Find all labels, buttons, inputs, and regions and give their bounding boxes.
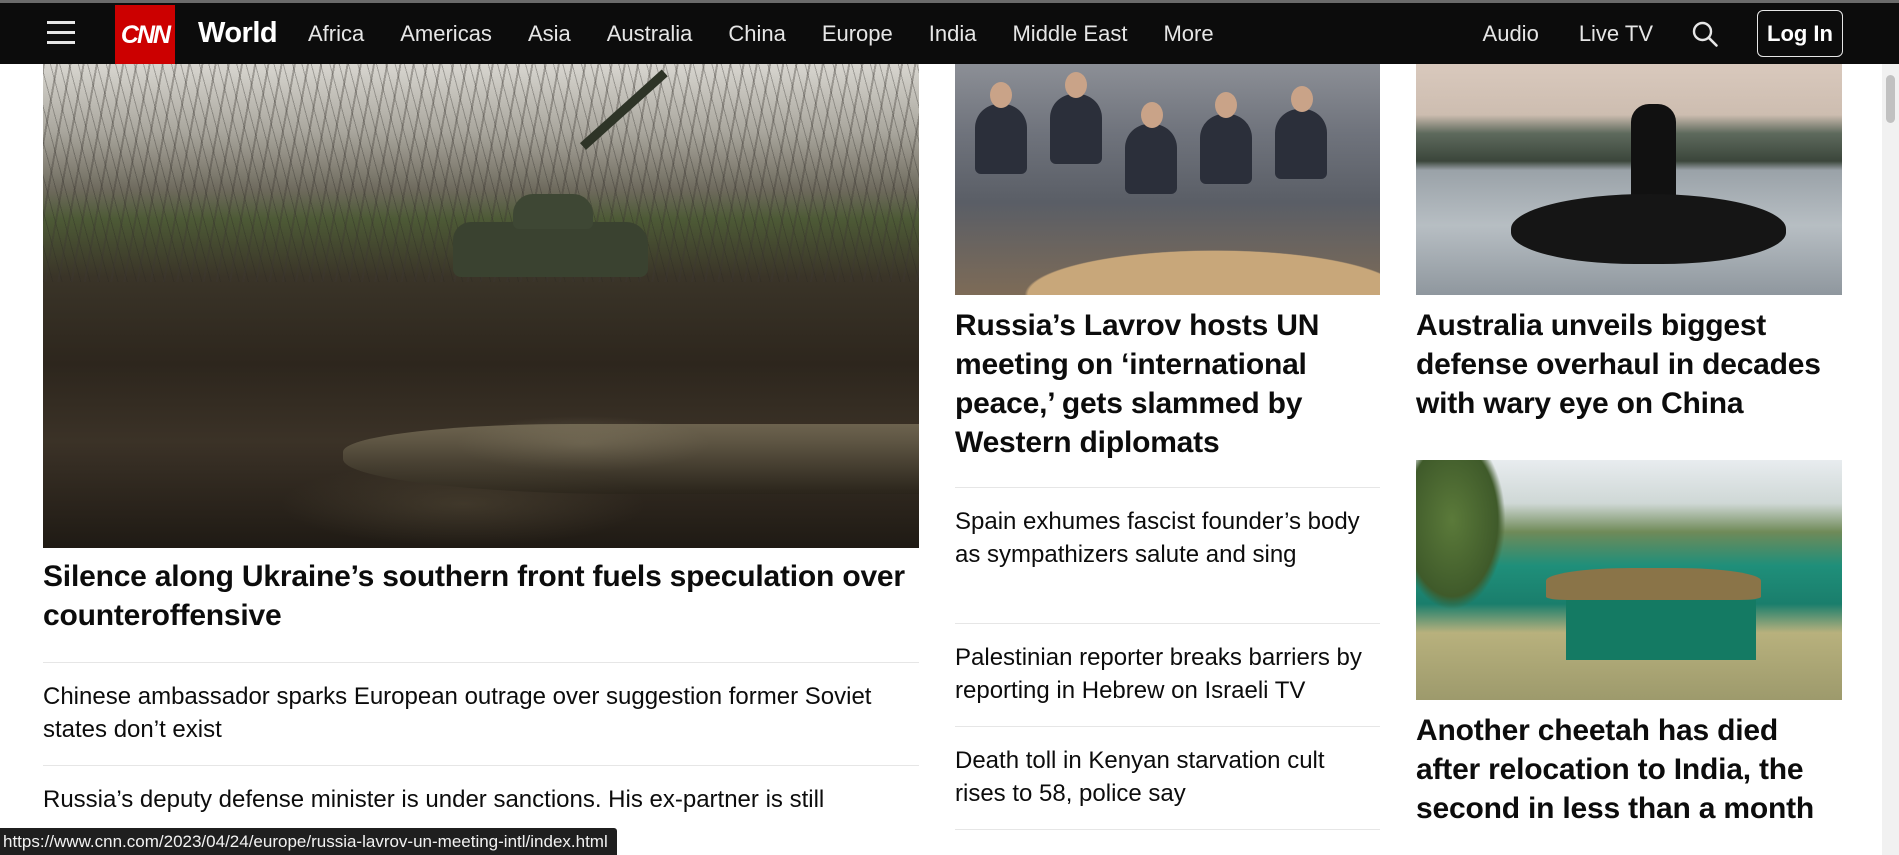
live-tv-link[interactable]: Live TV xyxy=(1579,21,1653,47)
figure xyxy=(1125,124,1177,194)
figure xyxy=(975,104,1027,174)
cheetah-image[interactable] xyxy=(1416,460,1842,700)
page-scrollbar[interactable] xyxy=(1882,64,1899,855)
login-button[interactable]: Log In xyxy=(1757,10,1843,57)
section-nav: Africa Americas Asia Australia China Eur… xyxy=(308,3,1250,64)
nav-link-asia[interactable]: Asia xyxy=(528,21,571,47)
divider xyxy=(955,829,1380,830)
link-status-bar: https://www.cnn.com/2023/04/24/europe/ru… xyxy=(0,828,617,855)
search-icon[interactable] xyxy=(1691,20,1719,48)
nav-link-americas[interactable]: Americas xyxy=(400,21,492,47)
un-meeting-image[interactable] xyxy=(955,64,1380,295)
utility-nav: Audio Live TV Log In xyxy=(1483,3,1843,64)
divider xyxy=(955,726,1380,727)
figure-head xyxy=(990,82,1012,108)
figure xyxy=(1050,94,1102,164)
nav-link-india[interactable]: India xyxy=(929,21,977,47)
story-link[interactable]: Palestinian reporter breaks barriers by … xyxy=(955,641,1385,707)
nav-link-africa[interactable]: Africa xyxy=(308,21,364,47)
divider xyxy=(955,487,1380,488)
audio-link[interactable]: Audio xyxy=(1483,21,1539,47)
lead-story-image[interactable] xyxy=(43,64,919,548)
menu-icon[interactable] xyxy=(47,21,75,45)
figure-head xyxy=(1141,102,1163,128)
un-headline[interactable]: Russia’s Lavrov hosts UN meeting on ‘int… xyxy=(955,306,1380,462)
tank-hull xyxy=(453,222,648,277)
cheetah-headline[interactable]: Another cheetah has died after relocatio… xyxy=(1416,711,1842,828)
figure xyxy=(1275,109,1327,179)
thatched-shelter xyxy=(1546,568,1761,600)
divider xyxy=(43,765,919,766)
figure-head xyxy=(1215,92,1237,118)
story-link[interactable]: Death toll in Kenyan starvation cult ris… xyxy=(955,744,1380,810)
divider xyxy=(955,623,1380,624)
green-enclosure xyxy=(1566,600,1756,660)
figure-head xyxy=(1065,72,1087,98)
story-link[interactable]: Spain exhumes fascist founder’s body as … xyxy=(955,505,1380,571)
scrollbar-thumb[interactable] xyxy=(1886,75,1895,123)
submarine-hull xyxy=(1511,194,1786,264)
story-link[interactable]: Chinese ambassador sparks European outra… xyxy=(43,680,919,746)
story-link[interactable]: Russia’s deputy defense minister is unde… xyxy=(43,783,919,816)
nav-link-more[interactable]: More xyxy=(1163,21,1213,47)
cnn-logo[interactable]: CNN xyxy=(115,5,175,65)
nav-link-china[interactable]: China xyxy=(728,21,785,47)
tree xyxy=(1416,460,1506,610)
section-title-world[interactable]: World xyxy=(198,17,278,50)
australia-headline[interactable]: Australia unveils biggest defense overha… xyxy=(1416,306,1842,423)
mud-puddle xyxy=(343,424,919,494)
divider xyxy=(43,662,919,663)
nav-link-australia[interactable]: Australia xyxy=(607,21,693,47)
figure-head xyxy=(1291,86,1313,112)
figure xyxy=(1200,114,1252,184)
top-navigation-bar: CNN World Africa Americas Asia Australia… xyxy=(0,0,1899,65)
lead-headline[interactable]: Silence along Ukraine’s southern front f… xyxy=(43,557,919,635)
tank-turret xyxy=(513,194,593,229)
submarine-image[interactable] xyxy=(1416,64,1842,295)
nav-link-europe[interactable]: Europe xyxy=(822,21,893,47)
nav-link-middle-east[interactable]: Middle East xyxy=(1012,21,1127,47)
